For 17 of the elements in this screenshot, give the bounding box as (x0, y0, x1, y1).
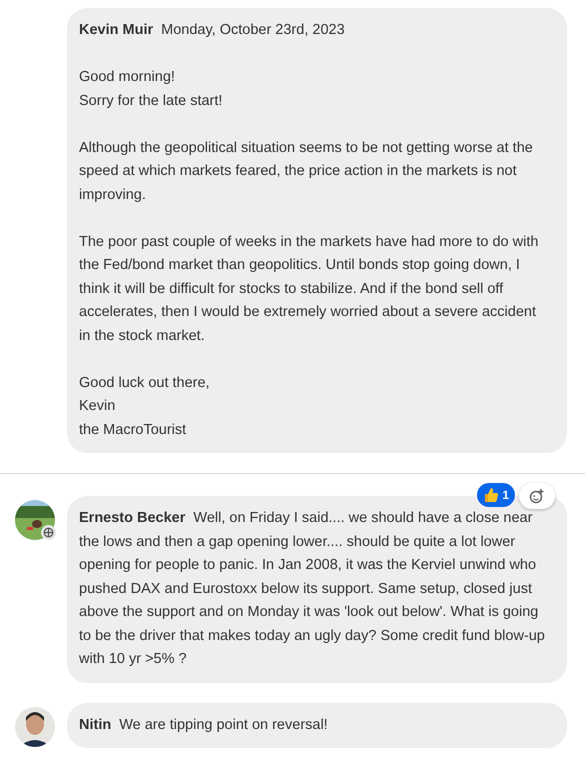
add-reaction-button[interactable] (519, 483, 555, 509)
message-text: Although the geopolitical situation seems to be not getting worse at the speed at which markets feared, the price action in the markets is not improving. (79, 138, 534, 204)
message-text: The poor past couple of weeks in the markets have had more to do with the Fed/bond market than geopolitics. Until bonds stop going down, I think it will be difficult for stocks to stabilize. And if the bond sell off accelerates, then I would be extremely worried about a severe accident in the stock market. (79, 232, 540, 346)
thumbs-up-icon (483, 487, 500, 503)
author-name[interactable]: Nitin (79, 716, 112, 732)
author-name[interactable]: Kevin Muir (79, 22, 154, 38)
message-date: Monday, October 23rd, 2023 (161, 22, 345, 38)
message-text: Ernesto Becker Well, on Friday I said.... we should have a close near the lows and then a gap opening lower.... should be quite a lot lower opening for people to panic. In Jan 2008, it was the Kerviel unwind who pushed DAX and Eurostoxx below its support. Same setup, closed just above the support and on Monday it was 'look out below'. What is going to be the driver that makes today an ugly day? Some credit fund blow-up with 10 yr >5% ? (79, 509, 546, 669)
author-name[interactable]: Ernesto Becker (79, 510, 186, 526)
message-text: Sorry for the late start! (79, 92, 224, 110)
emoji-plus-icon (529, 488, 545, 504)
message-text: Kevin (79, 397, 116, 416)
reaction-button[interactable]: 1 (477, 483, 515, 507)
message-text: Good morning! (79, 68, 176, 87)
message-text: the MacroTourist (79, 420, 188, 440)
message-text: Nitin We are tipping point on reversal! (79, 716, 328, 734)
message-text: Good luck out there, (79, 374, 211, 392)
